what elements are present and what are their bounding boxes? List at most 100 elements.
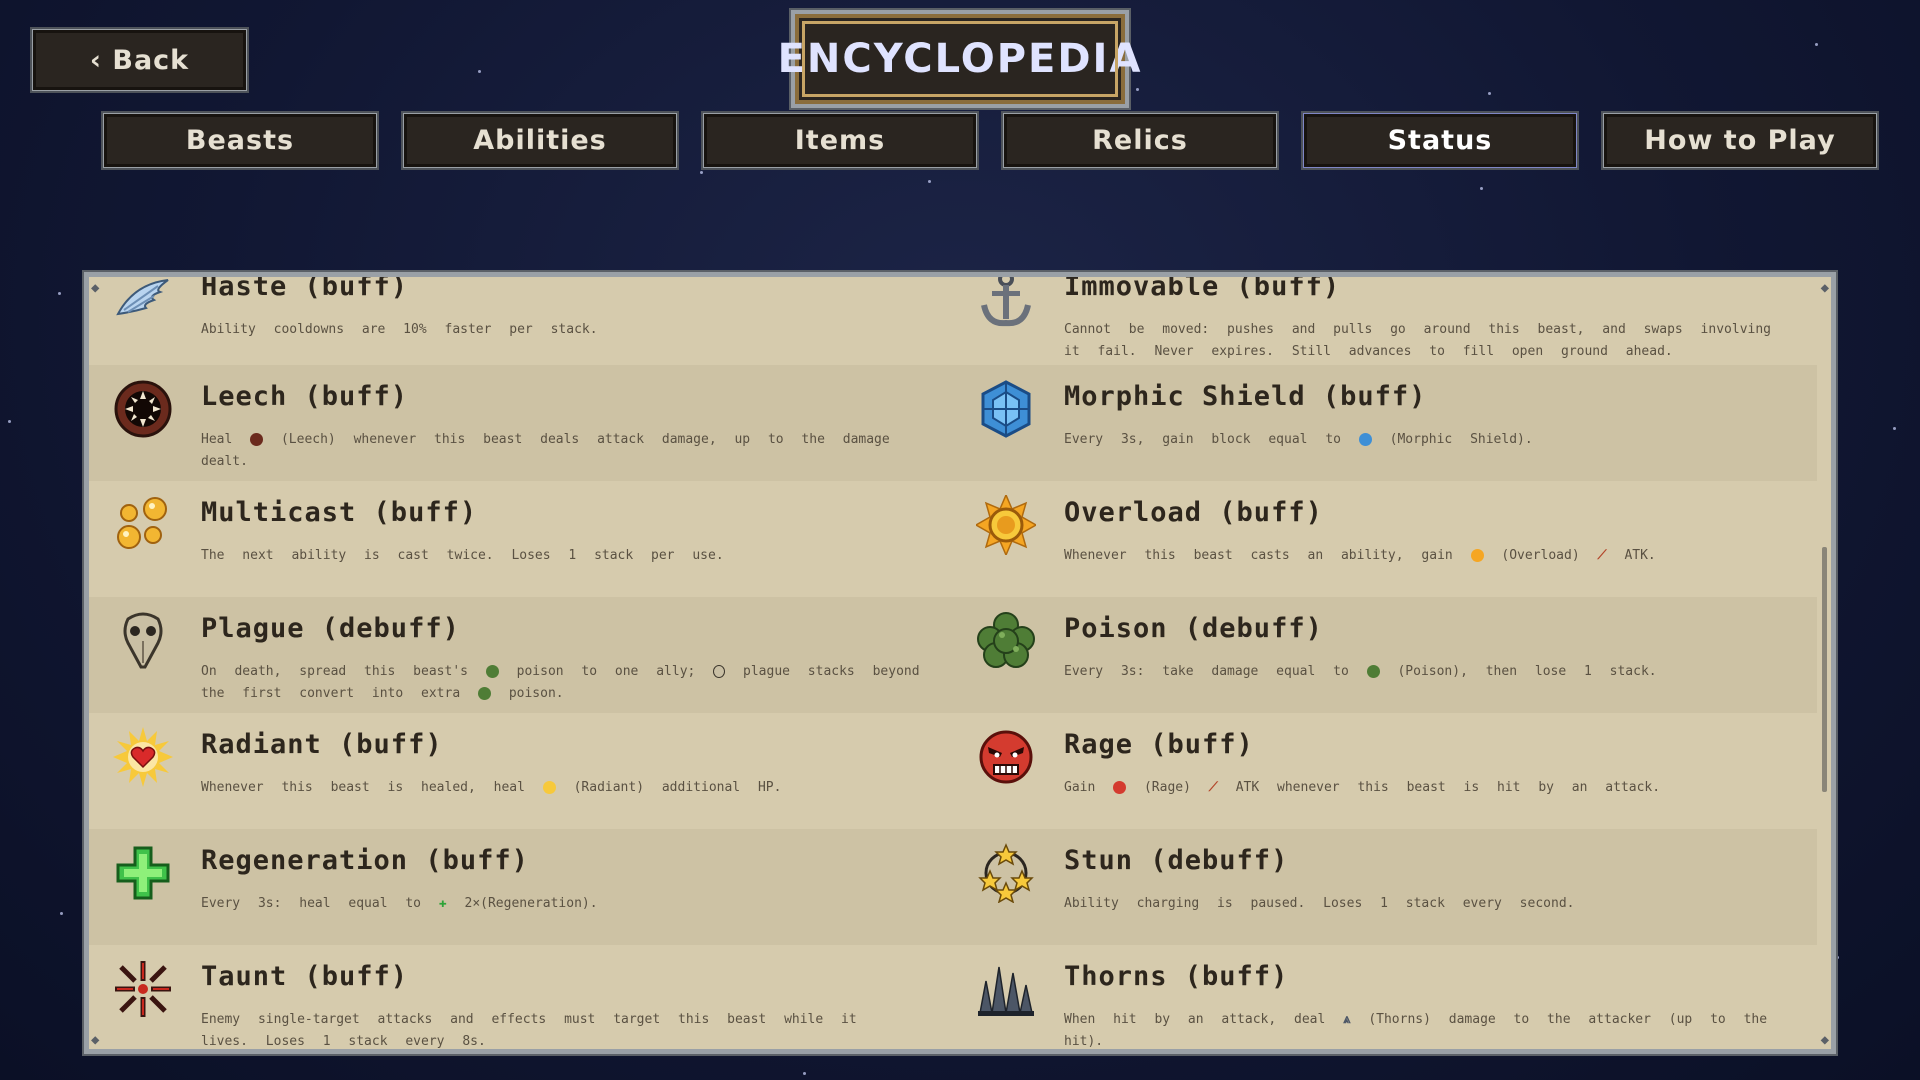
- status-name: Taunt (buff): [201, 961, 409, 992]
- status-entry-leech: Leech (buff) Heal (Leech) whenever this …: [89, 365, 949, 481]
- sword-icon: ⟋: [1597, 548, 1607, 563]
- overload-inline-icon: [1470, 549, 1484, 562]
- status-entry-plague: Plague (debuff) On death, spread this be…: [89, 597, 949, 713]
- back-button-label: ‹ Back: [33, 30, 246, 90]
- tab-relics[interactable]: Relics: [1001, 111, 1279, 170]
- plague-mask-icon: [113, 611, 173, 671]
- status-list[interactable]: ◆ ◆ ◆ ◆ Haste (buff) Ability cooldowns a…: [89, 277, 1831, 1049]
- star: [1136, 88, 1139, 91]
- list-row: Regeneration (buff) Every 3s: heal equal…: [89, 829, 1817, 945]
- page-title: ENCYCLOPEDIA: [778, 14, 1140, 104]
- morphic-shield-inline-icon: [1358, 433, 1372, 446]
- status-list-panel[interactable]: ◆ ◆ ◆ ◆ Haste (buff) Ability cooldowns a…: [82, 270, 1838, 1056]
- star: [478, 70, 481, 73]
- status-description: The next ability is cast twice. Loses 1 …: [201, 548, 724, 563]
- green-cross-inline-icon: ✚: [438, 896, 447, 911]
- list-row: Leech (buff) Heal (Leech) whenever this …: [89, 365, 1817, 481]
- sword-icon: ⟋: [1208, 780, 1218, 795]
- status-name: Morphic Shield (buff): [1064, 381, 1427, 412]
- poison-inline-icon: [485, 665, 499, 678]
- status-description: Whenever this beast casts an ability, ga…: [1064, 548, 1656, 563]
- status-description: Heal (Leech) whenever this beast deals a…: [201, 432, 890, 469]
- star: [928, 180, 931, 183]
- thorns-inline-icon: ⩓: [1343, 1012, 1351, 1027]
- star: [1815, 43, 1818, 46]
- status-description: Whenever this beast is healed, heal (Rad…: [201, 780, 782, 795]
- status-entry-thorns: Thorns (buff) When hit by an attack, dea…: [952, 945, 1812, 1049]
- tab-items[interactable]: Items: [701, 111, 979, 170]
- status-name: Stun (debuff): [1064, 845, 1289, 876]
- status-description: Enemy single-target attacks and effects …: [201, 1012, 857, 1049]
- fanged-maw-icon: [113, 379, 173, 439]
- spikes-icon: [976, 959, 1036, 1019]
- status-name: Radiant (buff): [201, 729, 443, 760]
- status-entry-morphic-shield: Morphic Shield (buff) Every 3s, gain blo…: [952, 365, 1812, 481]
- star: [58, 292, 61, 295]
- status-entry-taunt: Taunt (buff) Enemy single-target attacks…: [89, 945, 949, 1049]
- status-name: Haste (buff): [201, 277, 409, 302]
- status-name: Immovable (buff): [1064, 277, 1341, 302]
- sun-orb-icon: [976, 495, 1036, 555]
- status-entry-stun: Stun (debuff) Ability charging is paused…: [952, 829, 1812, 945]
- tab-label: Beasts: [104, 114, 376, 167]
- list-row: Taunt (buff) Enemy single-target attacks…: [89, 945, 1817, 1049]
- tab-how-to-play[interactable]: How to Play: [1601, 111, 1879, 170]
- scrollbar[interactable]: [1822, 547, 1827, 792]
- radiant-inline-icon: [542, 781, 556, 794]
- status-name: Thorns (buff): [1064, 961, 1289, 992]
- corner-ornament: ◆: [1820, 280, 1829, 296]
- status-entry-regeneration: Regeneration (buff) Every 3s: heal equal…: [89, 829, 949, 945]
- tab-beasts[interactable]: Beasts: [101, 111, 379, 170]
- star: [700, 171, 703, 174]
- status-description: Cannot be moved: pushes and pulls go aro…: [1064, 322, 1771, 359]
- tab-label: Status: [1304, 114, 1576, 167]
- status-description: Ability charging is paused. Loses 1 stac…: [1064, 896, 1575, 911]
- star: [8, 420, 11, 423]
- leech-inline-icon: [250, 433, 264, 446]
- status-entry-multicast: Multicast (buff) The next ability is cas…: [89, 481, 949, 597]
- poison-inline-icon: [1366, 665, 1380, 678]
- star-ring-icon: [976, 843, 1036, 903]
- angry-face-icon: [976, 727, 1036, 787]
- wing-icon: [113, 277, 173, 329]
- tab-label: Relics: [1004, 114, 1276, 167]
- tab-label: Abilities: [404, 114, 676, 167]
- back-button[interactable]: ‹ Back: [30, 27, 249, 93]
- status-description: Ability cooldowns are 10% faster per sta…: [201, 322, 598, 337]
- status-name: Poison (debuff): [1064, 613, 1323, 644]
- poison-cloud-icon: [976, 611, 1036, 671]
- status-description: When hit by an attack, deal ⩓ (Thorns) d…: [1064, 1012, 1768, 1049]
- tab-status[interactable]: Status: [1301, 111, 1579, 170]
- status-entry-haste: Haste (buff) Ability cooldowns are 10% f…: [89, 277, 949, 371]
- status-description: Every 3s, gain block equal to (Morphic S…: [1064, 432, 1533, 447]
- corner-ornament: ◆: [1820, 1032, 1829, 1048]
- status-description: Gain (Rage) ⟋ ATK whenever this beast is…: [1064, 780, 1661, 795]
- list-row: Radiant (buff) Whenever this beast is he…: [89, 713, 1817, 829]
- burst-icon: [113, 959, 173, 1019]
- status-entry-radiant: Radiant (buff) Whenever this beast is he…: [89, 713, 949, 829]
- star: [803, 1072, 806, 1075]
- status-name: Overload (buff): [1064, 497, 1323, 528]
- tab-abilities[interactable]: Abilities: [401, 111, 679, 170]
- tab-label: Items: [704, 114, 976, 167]
- rage-inline-icon: [1113, 781, 1127, 794]
- green-cross-icon: [113, 843, 173, 903]
- status-name: Multicast (buff): [201, 497, 478, 528]
- list-row: Multicast (buff) The next ability is cas…: [89, 481, 1817, 597]
- radiant-heart-icon: [113, 727, 173, 787]
- plague-inline-icon: [713, 665, 726, 678]
- orbs-icon: [113, 495, 173, 555]
- crystal-shield-icon: [976, 379, 1036, 439]
- status-entry-poison: Poison (debuff) Every 3s: take damage eq…: [952, 597, 1812, 713]
- tab-label: How to Play: [1604, 114, 1876, 167]
- list-row: Plague (debuff) On death, spread this be…: [89, 597, 1817, 713]
- star: [60, 912, 63, 915]
- anchor-icon: [976, 277, 1036, 329]
- page-title-plaque: ENCYCLOPEDIA: [778, 8, 1140, 110]
- status-description: On death, spread this beast's poison to …: [201, 664, 920, 701]
- poison-inline-icon: [477, 687, 491, 700]
- status-description: Every 3s: take damage equal to (Poison),…: [1064, 664, 1657, 679]
- status-entry-rage: Rage (buff) Gain (Rage) ⟋ ATK whenever t…: [952, 713, 1812, 829]
- star: [1488, 92, 1491, 95]
- list-row: Haste (buff) Ability cooldowns are 10% f…: [89, 277, 1817, 371]
